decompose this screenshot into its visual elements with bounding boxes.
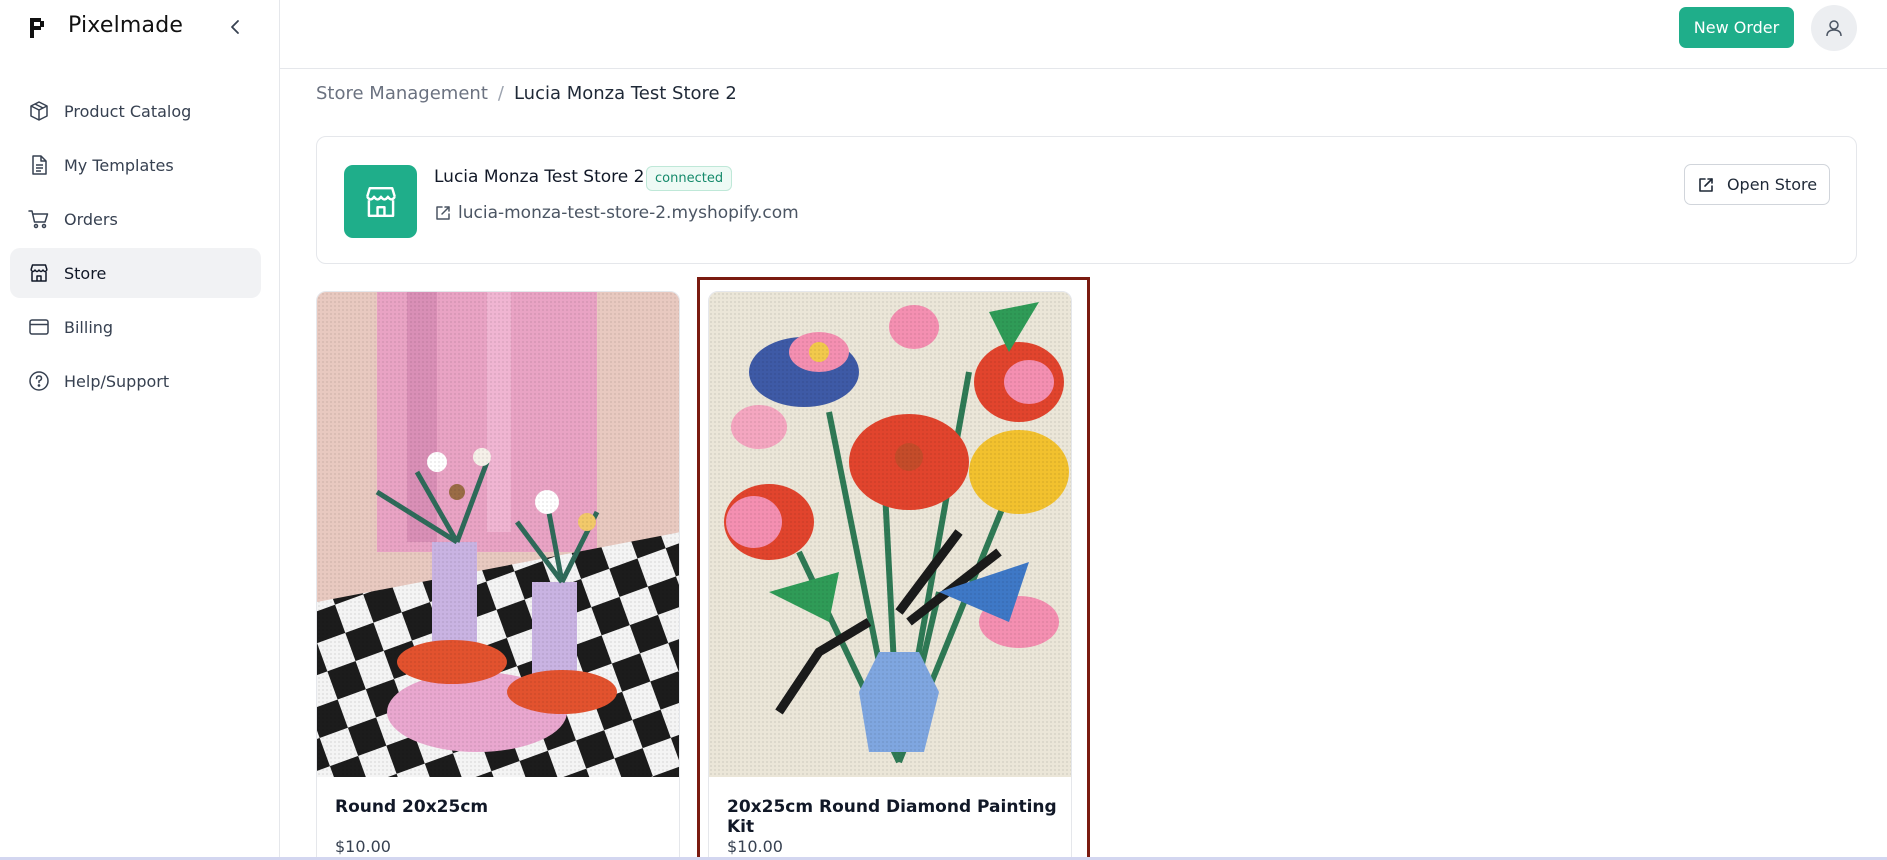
cart-icon bbox=[28, 208, 50, 230]
sidebar-item-label: Store bbox=[64, 263, 107, 283]
new-order-button[interactable]: New Order bbox=[1679, 7, 1794, 48]
product-image bbox=[709, 292, 1071, 777]
product-card[interactable]: 20x25cm Round Diamond Painting Kit $10.0… bbox=[708, 291, 1072, 860]
product-image bbox=[317, 292, 679, 777]
product-price: $10.00 bbox=[335, 837, 391, 856]
store-info-card: Lucia Monza Test Store 2 connected lucia… bbox=[316, 136, 1857, 264]
external-link-icon bbox=[436, 206, 450, 220]
sidebar-item-store[interactable]: Store bbox=[10, 248, 261, 298]
status-badge: connected bbox=[646, 166, 733, 191]
store-avatar bbox=[344, 165, 417, 238]
sidebar-item-label: Billing bbox=[64, 317, 114, 337]
product-title: Round 20x25cm bbox=[335, 797, 489, 817]
store-url-link[interactable]: lucia-monza-test-store-2.myshopify.com bbox=[434, 203, 799, 223]
box-icon bbox=[28, 100, 50, 122]
sidebar-item-label: Product Catalog bbox=[64, 101, 192, 121]
store-icon bbox=[365, 186, 396, 217]
app-name: Pixelmade bbox=[68, 13, 184, 38]
open-store-label: Open Store bbox=[1726, 175, 1818, 194]
external-link-icon bbox=[1699, 177, 1713, 192]
store-icon bbox=[28, 262, 50, 284]
user-icon bbox=[1826, 20, 1842, 37]
sidebar-item-help-support[interactable]: Help/Support bbox=[10, 356, 261, 406]
sidebar-item-label: Help/Support bbox=[64, 371, 170, 391]
sidebar-item-label: My Templates bbox=[64, 155, 174, 175]
sidebar: Pixelmade Product Catalog My Templates O… bbox=[0, 0, 280, 860]
breadcrumb-store-management[interactable]: Store Management bbox=[316, 83, 488, 104]
sidebar-item-orders[interactable]: Orders bbox=[10, 194, 261, 244]
product-price: $10.00 bbox=[727, 837, 783, 856]
user-avatar-button[interactable] bbox=[1811, 5, 1857, 51]
help-circle-icon bbox=[28, 370, 50, 392]
breadcrumb-current: Lucia Monza Test Store 2 bbox=[513, 83, 737, 104]
collapse-sidebar-button[interactable] bbox=[224, 16, 246, 38]
store-name: Lucia Monza Test Store 2 bbox=[434, 167, 645, 187]
open-store-button[interactable]: Open Store bbox=[1684, 164, 1830, 205]
breadcrumb-separator: / bbox=[497, 83, 504, 104]
product-title: 20x25cm Round Diamond Painting Kit bbox=[727, 797, 1057, 837]
pixelmade-logo-icon bbox=[30, 18, 44, 38]
sidebar-item-product-catalog[interactable]: Product Catalog bbox=[10, 86, 261, 136]
product-card[interactable]: Round 20x25cm $10.00 bbox=[316, 291, 680, 860]
sidebar-nav: Product Catalog My Templates Orders Stor… bbox=[10, 86, 261, 410]
breadcrumb: Store Management / Lucia Monza Test Stor… bbox=[316, 83, 737, 104]
document-icon bbox=[28, 154, 50, 176]
top-header: New Order bbox=[280, 0, 1887, 69]
sidebar-item-label: Orders bbox=[64, 209, 118, 229]
sidebar-item-billing[interactable]: Billing bbox=[10, 302, 261, 352]
credit-card-icon bbox=[28, 316, 50, 338]
sidebar-item-my-templates[interactable]: My Templates bbox=[10, 140, 261, 190]
store-url: lucia-monza-test-store-2.myshopify.com bbox=[458, 203, 799, 223]
chevron-left-icon bbox=[231, 20, 239, 34]
brand: Pixelmade bbox=[0, 0, 280, 56]
